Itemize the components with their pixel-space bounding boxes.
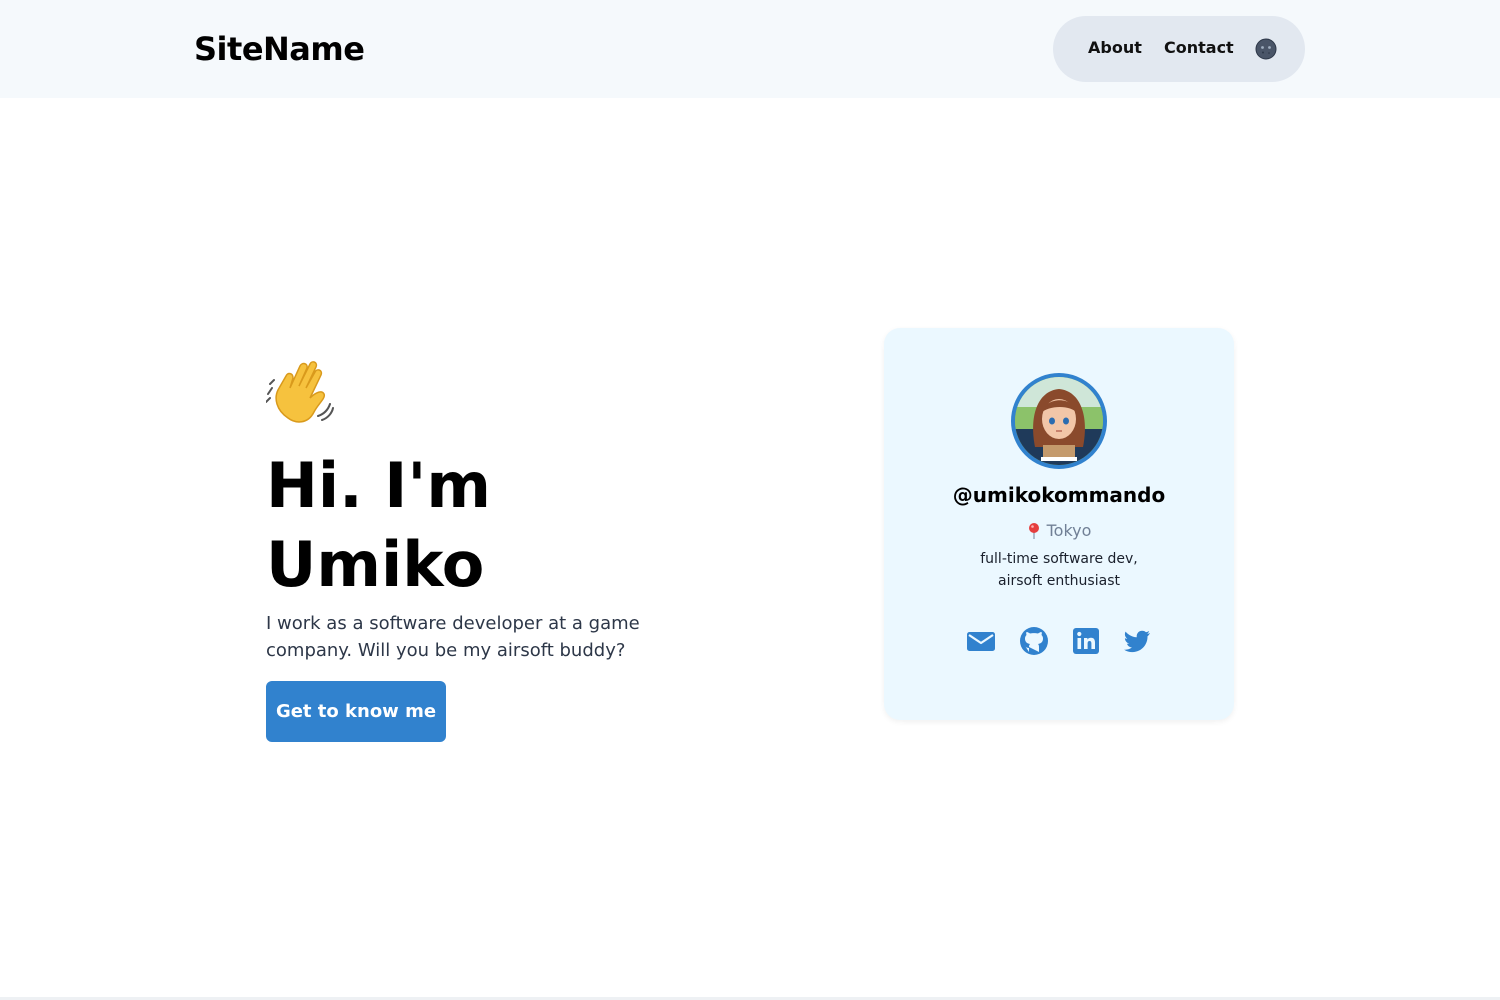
bio-line2: airsoft enthusiast	[998, 573, 1120, 589]
avatar	[1011, 373, 1107, 469]
theme-toggle-icon[interactable]	[1255, 38, 1277, 60]
linkedin-icon[interactable]	[1071, 626, 1101, 656]
hero-title-line2: Umiko	[266, 528, 485, 601]
waving-hand-icon	[266, 361, 334, 423]
get-to-know-me-button[interactable]: Get to know me	[266, 681, 446, 742]
site-header: SiteName About Contact	[0, 0, 1500, 98]
profile-handle: @umikokommando	[952, 483, 1166, 507]
social-links	[966, 626, 1156, 656]
location-text: Tokyo	[1046, 521, 1092, 540]
hero-title: Hi. I'm Umiko	[266, 446, 686, 604]
nav-link-about[interactable]: About	[1088, 38, 1142, 57]
profile-location: Tokyo	[884, 521, 1234, 540]
site-logo[interactable]: SiteName	[194, 30, 365, 68]
twitter-icon[interactable]	[1122, 626, 1152, 656]
github-icon[interactable]	[1019, 626, 1049, 656]
hero-title-line1: Hi. I'm	[266, 449, 491, 522]
mail-icon[interactable]	[966, 626, 996, 656]
profile-card: @umikokommando Tokyo full-time software …	[884, 328, 1234, 720]
bio-line1: full-time software dev,	[980, 551, 1138, 567]
profile-bio: full-time software dev, airsoft enthusia…	[884, 548, 1234, 592]
hero-intro: I work as a software developer at a game…	[266, 613, 640, 661]
anime-avatar-image	[1015, 377, 1103, 465]
round-pushpin-icon	[1028, 522, 1039, 539]
nav-pill: About Contact	[1053, 16, 1305, 82]
nav-link-contact[interactable]: Contact	[1164, 38, 1234, 57]
